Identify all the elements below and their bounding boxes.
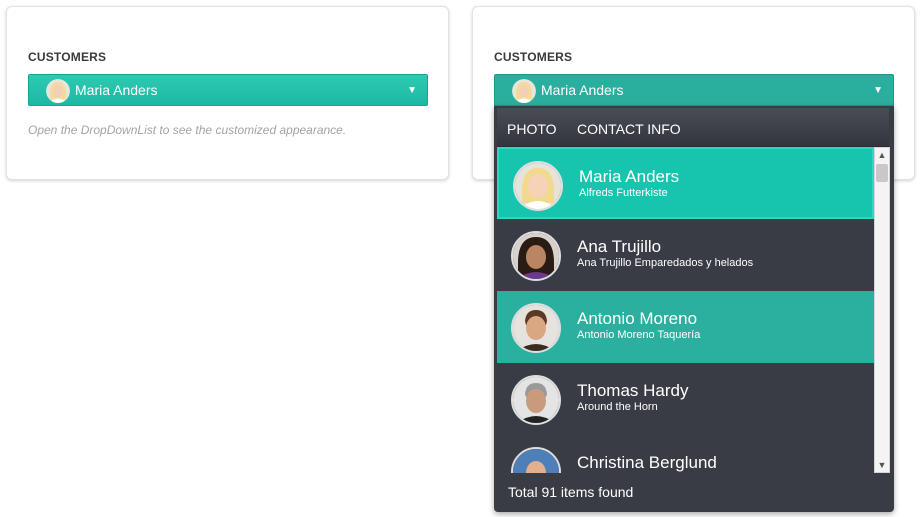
customer-name: Christina Berglund	[577, 453, 717, 472]
customer-company: Alfreds Futterkiste	[579, 187, 668, 199]
list-item[interactable]: Maria Anders Alfreds Futterkiste	[497, 147, 874, 219]
customer-photo	[513, 161, 563, 211]
selected-customer: Maria Anders	[75, 82, 158, 98]
selected-customer: Maria Anders	[541, 82, 624, 98]
customer-company: Around the Horn	[577, 401, 658, 413]
scroll-thumb[interactable]	[876, 164, 888, 182]
customer-photo	[511, 303, 561, 353]
customer-name: Thomas Hardy	[577, 381, 689, 400]
customer-name: Ana Trujillo	[577, 237, 662, 256]
dropdown-popup: PHOTO CONTACT INFO Maria Anders Alfreds …	[494, 106, 894, 512]
customers-dropdown-closed[interactable]: Maria Anders ▼	[28, 74, 428, 106]
hint-text: Open the DropDownList to see the customi…	[28, 123, 347, 137]
avatar	[512, 79, 536, 103]
customers-label: CUSTOMERS	[494, 50, 573, 64]
triangle-down-icon[interactable]: ▼	[873, 86, 883, 96]
list-item[interactable]: Thomas Hardy Around the Horn	[497, 363, 874, 435]
header-photo: PHOTO	[507, 121, 557, 137]
customer-company: Ana Trujillo Emparedados y helados	[577, 257, 754, 269]
header-contact-info: CONTACT INFO	[577, 121, 681, 137]
popup-header: PHOTO CONTACT INFO	[497, 108, 889, 147]
customer-photo	[511, 375, 561, 425]
triangle-down-icon[interactable]: ▼	[407, 86, 417, 96]
customers-label: CUSTOMERS	[28, 50, 107, 64]
list-item[interactable]: Antonio Moreno Antonio Moreno Taquería	[497, 291, 874, 363]
list-scrollbar[interactable]: ▲ ▼	[874, 147, 890, 473]
customer-photo	[511, 231, 561, 281]
list-item[interactable]: Ana Trujillo Ana Trujillo Emparedados y …	[497, 219, 874, 291]
customer-photo	[511, 447, 561, 473]
customer-name: Maria Anders	[579, 167, 680, 186]
customers-dropdown-open[interactable]: Maria Anders ▼	[494, 74, 894, 106]
customer-company: Antonio Moreno Taquería	[577, 329, 701, 341]
list-item[interactable]: Christina Berglund	[497, 435, 874, 473]
chevron-down-icon[interactable]: ▼	[875, 458, 889, 472]
customer-list[interactable]: Maria Anders Alfreds Futterkiste Ana Tru…	[497, 147, 874, 473]
chevron-up-icon[interactable]: ▲	[875, 148, 889, 162]
customers-card-closed: CUSTOMERS Maria Anders ▼ Open the DropDo…	[6, 6, 449, 180]
customer-name: Antonio Moreno	[577, 309, 698, 328]
total-items-footer: Total 91 items found	[508, 484, 634, 500]
avatar	[46, 79, 70, 103]
